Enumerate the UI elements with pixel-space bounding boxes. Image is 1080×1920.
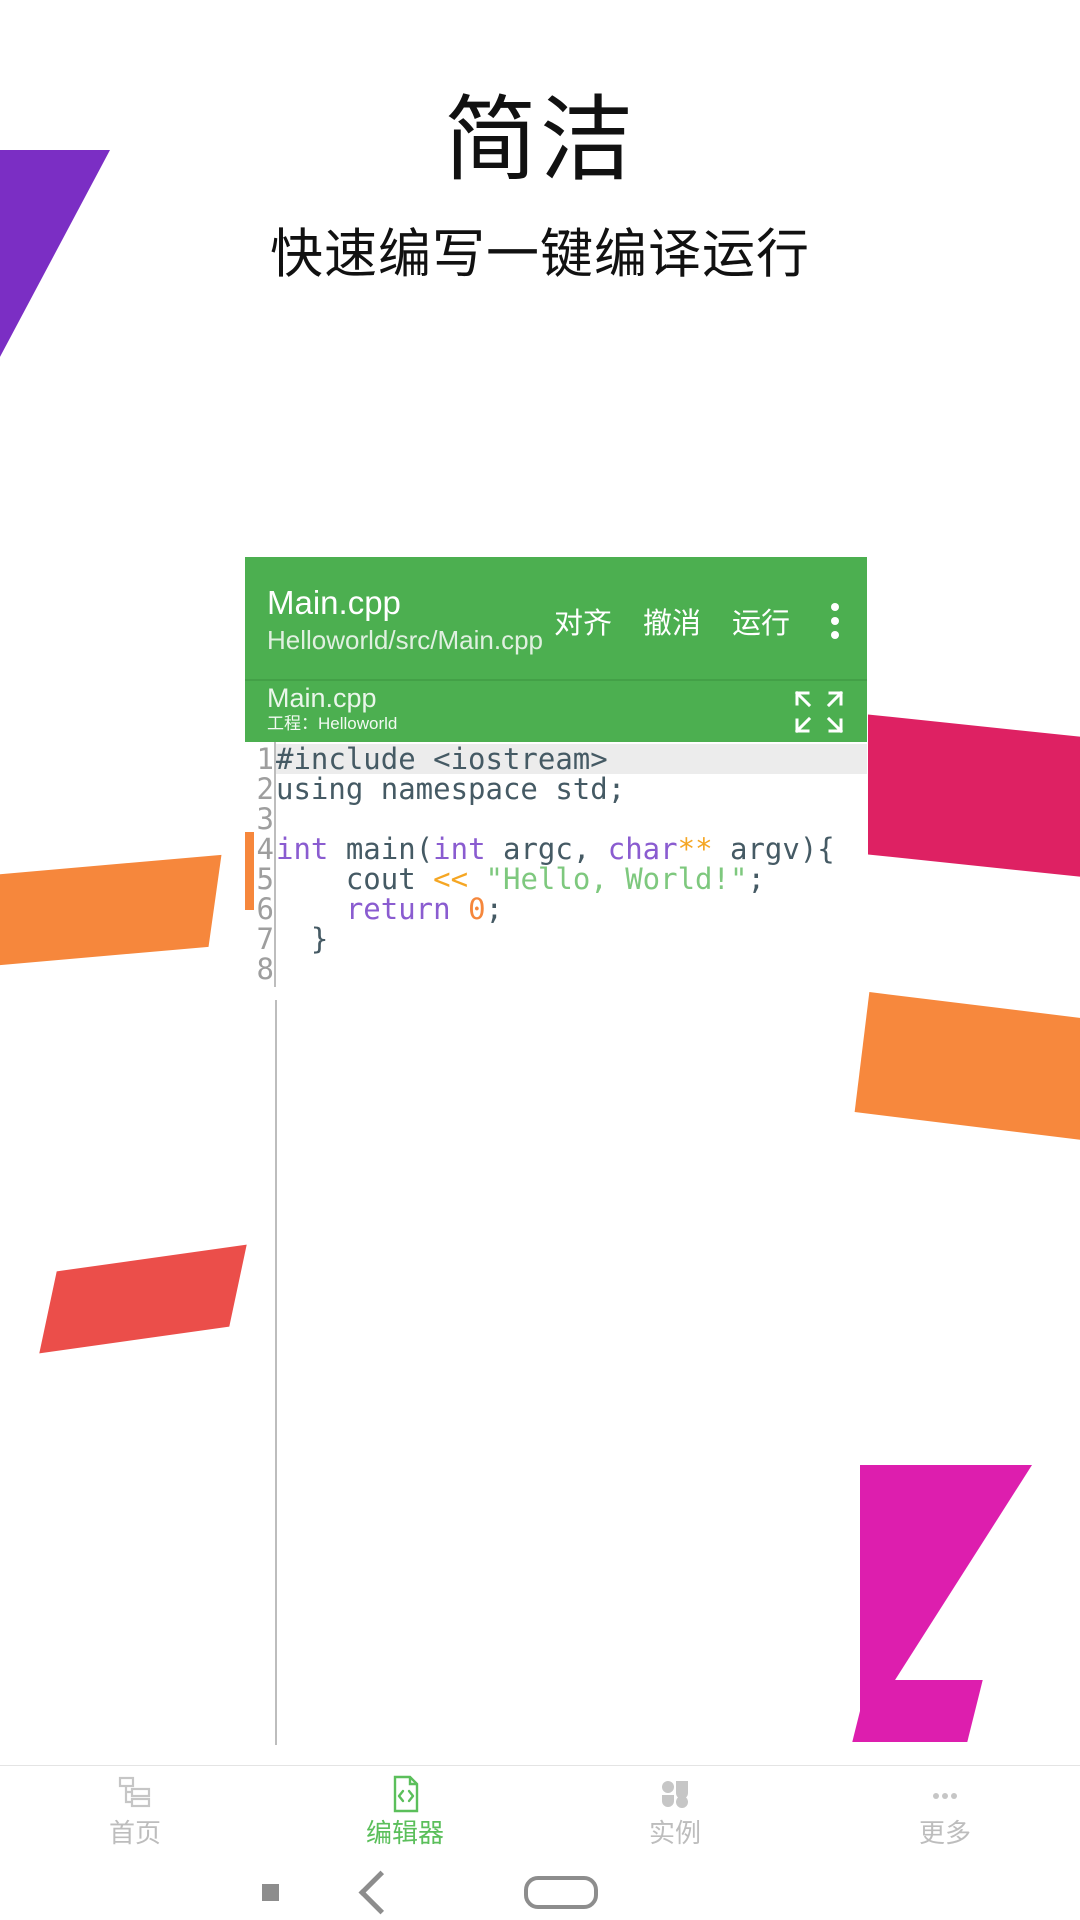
appbar-actions: 对齐 撤消 运行 [554, 600, 845, 642]
editor-screenshot-card: Main.cpp Helloworld/src/Main.cpp 对齐 撤消 运… [245, 557, 867, 987]
file-tab-project: 工程：Helloworld [267, 714, 398, 734]
decorative-orange-parallelogram-right [854, 992, 1080, 1144]
align-button[interactable]: 对齐 [554, 600, 612, 642]
code-token: int [433, 832, 486, 866]
nav-label-editor: 编辑器 [365, 1818, 444, 1848]
editor-tabbar: Main.cpp 工程：Helloworld [245, 679, 867, 748]
code-file-icon [384, 1774, 426, 1816]
line-number: 1 [256, 742, 274, 776]
appbar-filepath: Helloworld/src/Main.cpp [267, 625, 543, 656]
code-token: main( [328, 832, 434, 866]
gutter-divider-extension [275, 1000, 277, 1745]
code-token: int [276, 832, 329, 866]
recents-square-icon[interactable] [262, 1884, 279, 1901]
clover-grid-icon [654, 1774, 696, 1816]
code-token: argc, [485, 832, 608, 866]
hero-section: 简洁 快速编写一键编译运行 [0, 0, 1080, 284]
nav-label-examples: 实例 [648, 1818, 701, 1848]
nav-label-more: 更多 [918, 1818, 971, 1848]
code-editor-area[interactable]: 12345678 #include <iostream> using namesp… [245, 742, 867, 987]
code-token: cout [276, 862, 434, 896]
code-content[interactable]: #include <iostream> using namespace std; … [276, 742, 867, 987]
line-number: 8 [256, 952, 274, 986]
decorative-pink-parallelogram [868, 714, 1080, 878]
bottom-navigation: 首页 编辑器 实例 更多 [0, 1765, 1080, 1858]
code-line[interactable]: #include <iostream> [276, 744, 867, 774]
expand-fullscreen-icon[interactable] [793, 688, 845, 736]
decorative-orange-parallelogram-left [0, 854, 222, 970]
code-token: 0 [468, 892, 486, 926]
code-token: ** [677, 832, 713, 866]
code-token: #include <iostream> [276, 742, 608, 776]
nav-item-more[interactable]: 更多 [810, 1766, 1080, 1848]
code-line[interactable]: } [276, 924, 867, 954]
undo-button[interactable]: 撤消 [643, 600, 701, 642]
android-system-navigation-bar [0, 1865, 1080, 1920]
page-title: 简洁 [444, 88, 636, 192]
decorative-magenta-foot [852, 1680, 983, 1742]
nav-item-home[interactable]: 首页 [0, 1766, 270, 1848]
line-number: 2 [256, 772, 274, 806]
appbar-filename: Main.cpp [267, 584, 401, 622]
file-tab-name: Main.cpp [267, 683, 377, 714]
code-line[interactable]: cout << "Hello, World!"; [276, 864, 867, 894]
code-line[interactable]: return 0; [276, 894, 867, 924]
code-token: char [607, 832, 678, 866]
code-line[interactable]: using namespace std; [276, 774, 867, 804]
home-pill-icon[interactable] [524, 1876, 598, 1909]
file-tab-main-cpp[interactable]: Main.cpp 工程：Helloworld [245, 683, 405, 748]
decorative-red-parallelogram [39, 1244, 247, 1354]
line-number: 7 [256, 922, 274, 956]
page-subtitle: 快速编写一键编译运行 [270, 224, 810, 284]
code-token: << [433, 862, 469, 896]
nav-item-editor[interactable]: 编辑器 [270, 1766, 540, 1848]
run-button[interactable]: 运行 [732, 600, 790, 642]
back-chevron-icon[interactable] [358, 1870, 403, 1915]
code-line[interactable] [276, 804, 867, 834]
nav-label-home: 首页 [108, 1818, 161, 1848]
code-line[interactable] [276, 954, 867, 984]
nav-item-examples[interactable]: 实例 [540, 1766, 810, 1848]
more-vertical-icon[interactable] [827, 601, 843, 641]
code-token: ; [747, 862, 765, 896]
appbar-title-group: Main.cpp Helloworld/src/Main.cpp [267, 585, 543, 656]
gutter-change-marker [245, 832, 254, 910]
code-token: ; [485, 892, 504, 926]
code-line[interactable]: int main(int argc, char** argv){ [276, 834, 867, 864]
more-horizontal-icon [924, 1774, 966, 1816]
code-token: using namespace std; [276, 772, 626, 806]
code-token: "Hello, World!" [485, 862, 748, 896]
code-token: } [276, 922, 329, 956]
project-tree-icon [114, 1774, 156, 1816]
editor-appbar: Main.cpp Helloworld/src/Main.cpp 对齐 撤消 运… [245, 557, 867, 679]
code-token: argv){ [712, 832, 835, 866]
code-token: return [345, 892, 451, 926]
line-number: 3 [256, 802, 274, 836]
